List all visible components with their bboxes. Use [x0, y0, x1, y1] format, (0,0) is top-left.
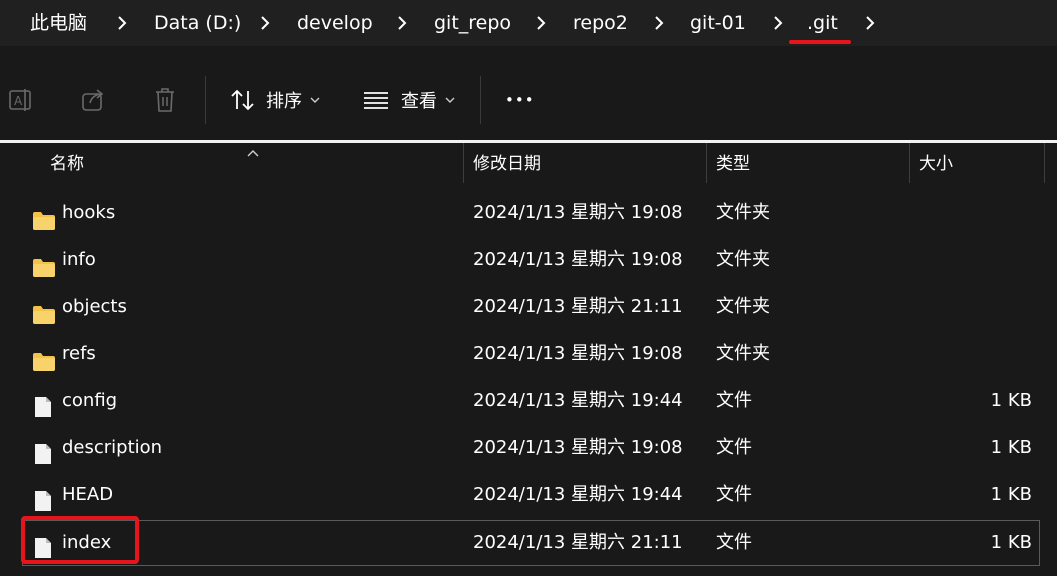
breadcrumb-repo2[interactable]: repo2 — [573, 10, 628, 36]
file-date: 2024/1/13 星期六 19:08 — [473, 437, 683, 458]
file-size: 1 KB — [990, 390, 1032, 411]
chevron-right-icon[interactable] — [117, 10, 127, 36]
highlight-box — [21, 516, 139, 564]
column-header-size[interactable]: 大小 — [919, 153, 953, 175]
file-name: objects — [62, 296, 127, 317]
column-divider[interactable] — [909, 143, 910, 183]
list-item[interactable]: config 2024/1/13 星期六 19:44 文件 1 KB — [22, 378, 1040, 424]
breadcrumb-data-drive[interactable]: Data (D:) — [154, 10, 241, 36]
rename-icon[interactable]: A — [8, 86, 36, 114]
sort-ascending-icon — [246, 143, 260, 163]
file-date: 2024/1/13 星期六 19:44 — [473, 484, 683, 505]
chevron-right-icon[interactable] — [397, 10, 407, 36]
file-type: 文件 — [716, 390, 752, 411]
file-date: 2024/1/13 星期六 21:11 — [473, 532, 683, 553]
file-name: hooks — [62, 202, 116, 223]
breadcrumb-this-pc[interactable]: 此电脑 — [30, 10, 87, 36]
share-icon[interactable] — [80, 86, 108, 114]
file-name: info — [62, 249, 96, 270]
chevron-right-icon[interactable] — [865, 10, 875, 36]
file-name: description — [62, 437, 163, 458]
file-name: HEAD — [62, 484, 114, 505]
list-item[interactable]: info 2024/1/13 星期六 19:08 文件夹 — [22, 237, 1040, 283]
list-item-selected[interactable]: index 2024/1/13 星期六 21:11 文件 1 KB — [22, 520, 1040, 566]
file-size: 1 KB — [990, 532, 1032, 553]
breadcrumb-dot-git[interactable]: .git — [807, 10, 838, 36]
file-type: 文件夹 — [716, 249, 770, 270]
sort-button[interactable]: 排序 — [230, 86, 320, 114]
file-type: 文件 — [716, 437, 752, 458]
list-item[interactable]: objects 2024/1/13 星期六 21:11 文件夹 — [22, 284, 1040, 330]
view-label: 查看 — [401, 91, 437, 112]
file-date: 2024/1/13 星期六 19:44 — [473, 390, 683, 411]
breadcrumb-git-repo[interactable]: git_repo — [434, 10, 511, 36]
column-header-type[interactable]: 类型 — [716, 153, 750, 175]
chevron-right-icon[interactable] — [260, 10, 270, 36]
file-date: 2024/1/13 星期六 19:08 — [473, 343, 683, 364]
more-options-button[interactable]: ••• — [505, 86, 535, 114]
file-size: 1 KB — [990, 437, 1032, 458]
chevron-right-icon[interactable] — [773, 10, 783, 36]
chevron-down-icon — [310, 96, 320, 104]
list-view-icon — [363, 90, 389, 110]
file-type: 文件夹 — [716, 296, 770, 317]
chevron-down-icon — [445, 96, 455, 104]
file-name: config — [62, 390, 118, 411]
chevron-right-icon[interactable] — [536, 10, 546, 36]
file-type: 文件夹 — [716, 202, 770, 223]
file-type: 文件 — [716, 484, 752, 505]
toolbar-divider — [205, 76, 206, 124]
file-name: refs — [62, 343, 96, 364]
delete-icon[interactable] — [151, 86, 179, 114]
list-item[interactable]: hooks 2024/1/13 星期六 19:08 文件夹 — [22, 190, 1040, 236]
file-type: 文件夹 — [716, 343, 770, 364]
file-date: 2024/1/13 星期六 19:08 — [473, 202, 683, 223]
file-date: 2024/1/13 星期六 21:11 — [473, 296, 683, 317]
sort-label: 排序 — [266, 91, 302, 112]
highlight-underline — [789, 40, 851, 44]
column-divider[interactable] — [1044, 143, 1045, 183]
command-bar: A 排序 查看 ••• — [0, 46, 1057, 140]
column-header-row: 名称 修改日期 类型 大小 — [0, 143, 1057, 185]
address-bar[interactable]: 此电脑 Data (D:) develop git_repo repo2 git… — [0, 0, 1057, 46]
column-divider[interactable] — [463, 143, 464, 183]
svg-text:A: A — [14, 94, 23, 108]
more-options-icon: ••• — [505, 91, 535, 109]
chevron-right-icon[interactable] — [654, 10, 664, 36]
file-type: 文件 — [716, 532, 752, 553]
view-button[interactable]: 查看 — [363, 86, 455, 114]
column-header-date[interactable]: 修改日期 — [473, 153, 541, 175]
toolbar-divider — [480, 76, 481, 124]
breadcrumb-git-01[interactable]: git-01 — [690, 10, 746, 36]
list-item[interactable]: description 2024/1/13 星期六 19:08 文件 1 KB — [22, 425, 1040, 471]
list-item[interactable]: refs 2024/1/13 星期六 19:08 文件夹 — [22, 331, 1040, 377]
column-header-name[interactable]: 名称 — [50, 153, 84, 175]
column-divider[interactable] — [706, 143, 707, 183]
file-date: 2024/1/13 星期六 19:08 — [473, 249, 683, 270]
list-item[interactable]: HEAD 2024/1/13 星期六 19:44 文件 1 KB — [22, 472, 1040, 518]
sort-arrows-icon — [230, 88, 256, 112]
file-size: 1 KB — [990, 484, 1032, 505]
breadcrumb-develop[interactable]: develop — [297, 10, 373, 36]
